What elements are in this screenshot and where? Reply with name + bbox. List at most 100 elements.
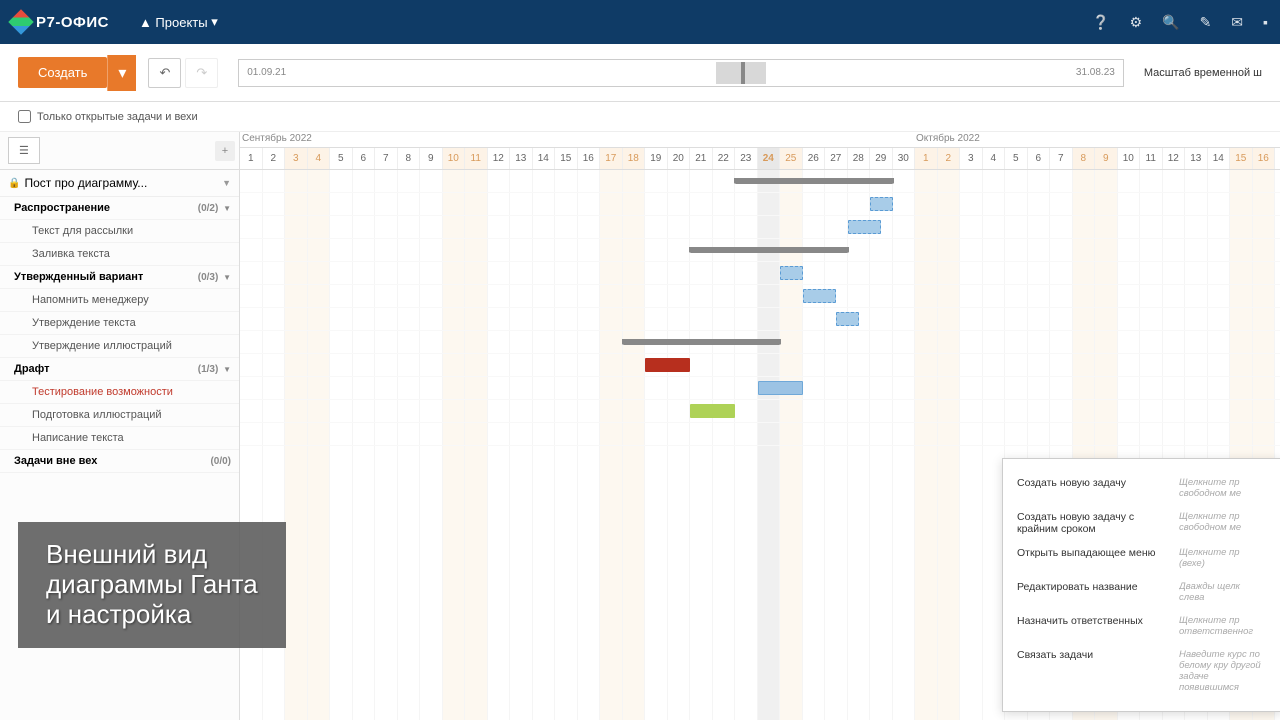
day-cell: 16 bbox=[1253, 148, 1276, 169]
task-bar[interactable] bbox=[645, 358, 690, 372]
milestone-bar[interactable] bbox=[690, 247, 848, 253]
gantt-row[interactable] bbox=[240, 308, 1280, 331]
gantt-row[interactable] bbox=[240, 239, 1280, 262]
day-cell: 11 bbox=[465, 148, 488, 169]
toolbar: Создать ▾ ↶ ↷ 01.09.21 31.08.23 Масштаб … bbox=[0, 44, 1280, 102]
task-bar[interactable] bbox=[870, 197, 893, 211]
logo-icon bbox=[8, 9, 33, 34]
help-action: Назначить ответственных bbox=[1017, 615, 1167, 637]
task-row[interactable]: Написание текста bbox=[0, 427, 239, 450]
undo-button[interactable]: ↶ bbox=[148, 58, 181, 88]
task-row[interactable]: Заливка текста bbox=[0, 243, 239, 266]
project-title-row[interactable]: 🔒 Пост про диаграмму... ▼ bbox=[0, 170, 239, 197]
day-cell: 10 bbox=[443, 148, 466, 169]
nav-projects[interactable]: ▲ Проекты ▾ bbox=[139, 14, 218, 30]
help-hint: Щелкните пр свободном ме bbox=[1179, 511, 1267, 535]
gear-icon[interactable]: ⚙ bbox=[1130, 14, 1143, 31]
help-item: Редактировать названиеДважды щелк слева bbox=[1003, 575, 1280, 609]
task-bar[interactable] bbox=[848, 220, 882, 234]
milestone-bar[interactable] bbox=[623, 339, 781, 345]
search-icon[interactable]: 🔍 bbox=[1162, 14, 1179, 31]
help-item: Создать новую задачуЩелкните пр свободно… bbox=[1003, 471, 1280, 505]
day-cell: 9 bbox=[420, 148, 443, 169]
milestone-bar[interactable] bbox=[735, 178, 893, 184]
gantt-row[interactable] bbox=[240, 423, 1280, 446]
day-cell: 3 bbox=[960, 148, 983, 169]
gantt-row[interactable] bbox=[240, 170, 1280, 193]
scroll-handle[interactable] bbox=[716, 62, 766, 84]
task-group[interactable]: Распространение(0/2) ▼ bbox=[0, 197, 239, 220]
help-action: Открыть выпадающее меню bbox=[1017, 547, 1167, 569]
day-cell: 29 bbox=[870, 148, 893, 169]
gantt-row[interactable] bbox=[240, 216, 1280, 239]
day-cell: 13 bbox=[510, 148, 533, 169]
gantt-row[interactable] bbox=[240, 354, 1280, 377]
task-bar[interactable] bbox=[836, 312, 859, 326]
chevron-down-icon[interactable]: ▼ bbox=[222, 178, 231, 188]
day-cell: 3 bbox=[285, 148, 308, 169]
day-cell: 14 bbox=[1208, 148, 1231, 169]
task-group[interactable]: Драфт(1/3) ▼ bbox=[0, 358, 239, 381]
day-cell: 8 bbox=[1073, 148, 1096, 169]
day-cell: 17 bbox=[600, 148, 623, 169]
gantt-row[interactable] bbox=[240, 377, 1280, 400]
day-cell: 30 bbox=[893, 148, 916, 169]
day-cell: 26 bbox=[803, 148, 826, 169]
gantt-row[interactable] bbox=[240, 193, 1280, 216]
task-row[interactable]: Утверждение иллюстраций bbox=[0, 335, 239, 358]
gantt-row[interactable] bbox=[240, 400, 1280, 423]
task-row[interactable]: Утверждение текста bbox=[0, 312, 239, 335]
task-row[interactable]: Тестирование возможности bbox=[0, 381, 239, 404]
caption-line: и настройка bbox=[46, 600, 258, 630]
day-cell: 19 bbox=[645, 148, 668, 169]
day-cell: 16 bbox=[578, 148, 601, 169]
add-column-button[interactable]: + bbox=[215, 141, 235, 161]
edit-icon[interactable]: ✎ bbox=[1200, 14, 1212, 31]
month-sep: Сентябрь 2022 bbox=[242, 133, 312, 144]
gantt-row[interactable] bbox=[240, 285, 1280, 308]
gantt-body[interactable] bbox=[240, 170, 1280, 446]
task-bar[interactable] bbox=[803, 289, 837, 303]
create-dropdown[interactable]: ▾ bbox=[107, 55, 136, 91]
task-bar[interactable] bbox=[780, 266, 803, 280]
mail-icon[interactable]: ✉ bbox=[1231, 14, 1243, 31]
day-cell: 5 bbox=[1005, 148, 1028, 169]
day-cell: 2 bbox=[938, 148, 961, 169]
gantt-row[interactable] bbox=[240, 262, 1280, 285]
days-row: 1234567891011121314151617181920212223242… bbox=[240, 148, 1280, 170]
timeline-start: 01.09.21 bbox=[247, 67, 286, 78]
task-row[interactable]: Подготовка иллюстраций bbox=[0, 404, 239, 427]
gantt-row[interactable] bbox=[240, 331, 1280, 354]
day-cell: 20 bbox=[668, 148, 691, 169]
help-action: Связать задачи bbox=[1017, 649, 1167, 693]
day-cell: 17 bbox=[1275, 148, 1280, 169]
only-open-checkbox[interactable] bbox=[18, 110, 31, 123]
day-cell: 1 bbox=[915, 148, 938, 169]
logo: Р7-ОФИС bbox=[12, 13, 109, 31]
main: ☰ + 🔒 Пост про диаграмму... ▼ Распростра… bbox=[0, 132, 1280, 720]
help-icon[interactable]: ❔ bbox=[1092, 14, 1109, 31]
task-row[interactable]: Напомнить менеджеру bbox=[0, 289, 239, 312]
task-bar[interactable] bbox=[758, 381, 803, 395]
task-group[interactable]: Утвержденный вариант(0/3) ▼ bbox=[0, 266, 239, 289]
day-cell: 7 bbox=[1050, 148, 1073, 169]
day-cell: 25 bbox=[780, 148, 803, 169]
help-action: Создать новую задачу bbox=[1017, 477, 1167, 499]
help-hint: Щелкните пр ответственног bbox=[1179, 615, 1267, 637]
help-action: Редактировать название bbox=[1017, 581, 1167, 603]
chat-icon[interactable]: ▪ bbox=[1263, 14, 1268, 31]
nav-icon: ▲ bbox=[139, 15, 155, 30]
timeline-scrollbar[interactable]: 01.09.21 31.08.23 bbox=[238, 59, 1124, 87]
day-cell: 10 bbox=[1118, 148, 1141, 169]
task-row[interactable]: Текст для рассылки bbox=[0, 220, 239, 243]
burger-menu[interactable]: ☰ bbox=[8, 137, 40, 164]
month-oct: Октябрь 2022 bbox=[916, 133, 980, 144]
help-hint: Наведите курс по белому кру другой задач… bbox=[1179, 649, 1267, 693]
task-group[interactable]: Задачи вне вех(0/0) bbox=[0, 450, 239, 473]
top-icons: ❔ ⚙ 🔍 ✎ ✉ ▪ bbox=[1092, 14, 1268, 31]
create-button[interactable]: Создать bbox=[18, 57, 107, 88]
day-cell: 8 bbox=[398, 148, 421, 169]
day-cell: 21 bbox=[690, 148, 713, 169]
task-bar[interactable] bbox=[690, 404, 735, 418]
day-cell: 6 bbox=[1028, 148, 1051, 169]
